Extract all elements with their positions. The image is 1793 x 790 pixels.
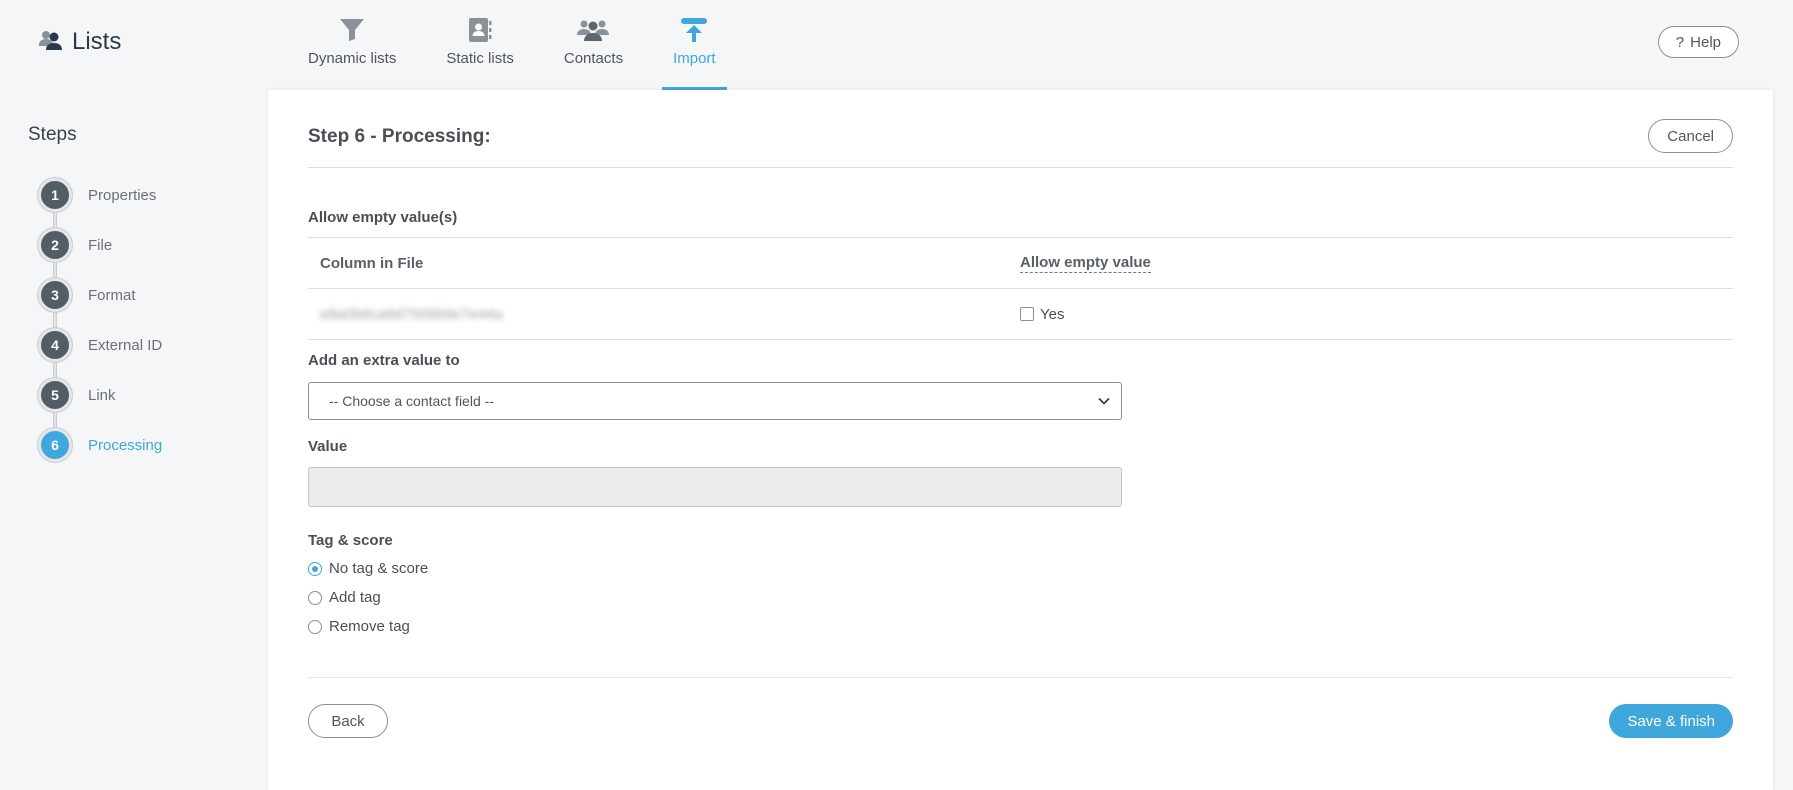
- help-button[interactable]: ? Help: [1657, 26, 1739, 58]
- step-external-id[interactable]: 4 External ID: [38, 328, 162, 362]
- value-label: Value: [308, 438, 348, 455]
- nav-contacts[interactable]: Contacts: [553, 0, 634, 90]
- radio-label: Add tag: [329, 589, 381, 606]
- brand: Lists: [38, 28, 121, 56]
- step-file[interactable]: 2 File: [38, 228, 112, 262]
- nav-static-lists[interactable]: Static lists: [435, 0, 525, 90]
- nav-import[interactable]: Import: [662, 0, 727, 90]
- radio-add-tag[interactable]: Add tag: [308, 589, 381, 606]
- steps-title: Steps: [28, 124, 77, 145]
- allow-empty-yes-label: Yes: [1040, 305, 1065, 323]
- help-label: Help: [1690, 33, 1721, 51]
- table-row: e8a0b6ca9d7509b9e7e44a Yes: [308, 288, 1733, 340]
- radio-label: No tag & score: [329, 560, 429, 577]
- nav-label: Import: [673, 50, 716, 67]
- step-label: External ID: [88, 336, 163, 354]
- step-number: 2: [38, 228, 72, 262]
- main-panel: Step 6 - Processing: Cancel Allow empty …: [268, 90, 1773, 790]
- nav-label: Static lists: [446, 50, 514, 67]
- import-icon: [680, 16, 708, 44]
- nav-label: Contacts: [563, 50, 624, 67]
- tag-score-label: Tag & score: [308, 532, 393, 549]
- radio-button[interactable]: [308, 590, 322, 605]
- address-book-icon: [468, 16, 492, 44]
- column-header-file: Column in File: [320, 254, 424, 272]
- column-header-allow: Allow empty value: [1020, 238, 1151, 288]
- column-name: e8a0b6ca9d7509b9e7e44a: [320, 305, 503, 323]
- table-header-row: Column in File Allow empty value: [308, 237, 1733, 288]
- step-label: Properties: [88, 186, 157, 204]
- radio-button[interactable]: [308, 561, 322, 576]
- step-label: Link: [88, 386, 116, 404]
- step-label: Processing: [88, 436, 163, 454]
- allow-empty-cell: Yes: [1020, 289, 1064, 339]
- step-number: 5: [38, 378, 72, 412]
- step-number: 1: [38, 178, 72, 212]
- radio-remove-tag[interactable]: Remove tag: [308, 618, 410, 635]
- chevron-down-icon: [1097, 394, 1111, 411]
- question-icon: ?: [1675, 33, 1685, 51]
- allow-empty-label: Allow empty value(s): [308, 209, 458, 226]
- step-number: 6: [38, 428, 72, 462]
- radio-label: Remove tag: [329, 618, 410, 635]
- filter-icon: [339, 16, 365, 44]
- radio-button[interactable]: [308, 619, 322, 634]
- step-format[interactable]: 3 Format: [38, 278, 136, 312]
- step-label: File: [88, 236, 113, 254]
- users-icon: [38, 29, 64, 56]
- step-processing[interactable]: 6 Processing: [38, 428, 162, 462]
- save-finish-button[interactable]: Save & finish: [1609, 704, 1733, 738]
- nav-label: Dynamic lists: [308, 50, 397, 67]
- allow-empty-checkbox[interactable]: [1020, 307, 1034, 321]
- users-icon: [577, 16, 610, 44]
- contact-field-select-value: -- Choose a contact field --: [329, 393, 494, 409]
- divider: [308, 167, 1733, 168]
- divider: [308, 677, 1733, 678]
- extra-value-label: Add an extra value to: [308, 352, 460, 369]
- app-title: Lists: [72, 28, 122, 55]
- step-properties[interactable]: 1 Properties: [38, 178, 156, 212]
- nav-dynamic-lists[interactable]: Dynamic lists: [300, 0, 407, 90]
- allow-empty-header-label: Allow empty value: [1020, 253, 1151, 273]
- step-link[interactable]: 5 Link: [38, 378, 116, 412]
- top-bar: Lists Dynamic lists Static lists Contact…: [0, 0, 1793, 90]
- step-number: 4: [38, 328, 72, 362]
- step-label: Format: [88, 286, 136, 304]
- page-title: Step 6 - Processing:: [308, 126, 491, 147]
- back-button[interactable]: Back: [308, 704, 388, 738]
- empty-values-table: Column in File Allow empty value e8a0b6c…: [308, 237, 1733, 340]
- step-number: 3: [38, 278, 72, 312]
- contact-field-select[interactable]: -- Choose a contact field --: [308, 382, 1122, 420]
- cancel-button[interactable]: Cancel: [1648, 119, 1733, 153]
- radio-no-tag[interactable]: No tag & score: [308, 560, 428, 577]
- value-input[interactable]: [308, 467, 1122, 507]
- top-nav: Dynamic lists Static lists Contacts Impo…: [300, 0, 727, 90]
